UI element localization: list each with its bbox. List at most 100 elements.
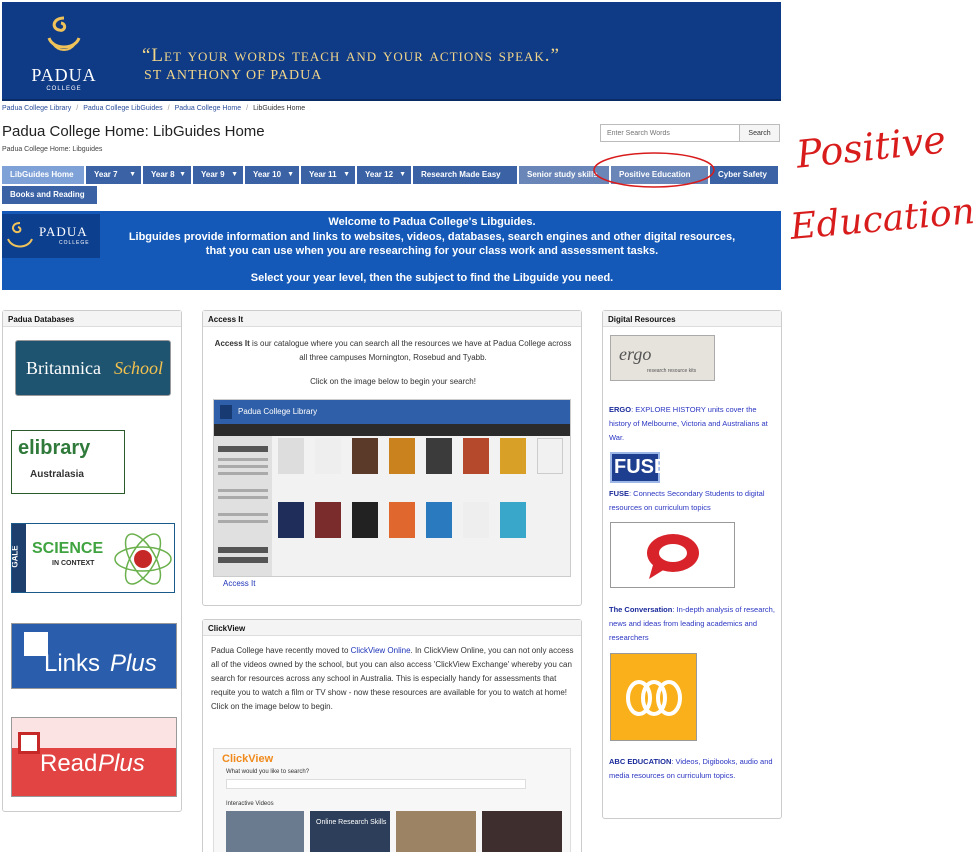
tab-label: Year 10	[253, 170, 282, 179]
tab-cyber-safety[interactable]: Cyber Safety	[710, 166, 778, 184]
tile-name: Links	[44, 650, 101, 677]
resource-desc: : EXPLORE HISTORY units cover the histor…	[609, 405, 768, 442]
welcome-logo-name: PADUA	[39, 224, 88, 239]
breadcrumb-libguides[interactable]: Padua College LibGuides	[83, 105, 162, 112]
tile-suffix: School	[114, 358, 163, 378]
tab-books-and-reading[interactable]: Books and Reading	[2, 186, 97, 204]
sidebar-line	[218, 513, 268, 516]
video-thumbnail	[226, 811, 304, 852]
abc-education-logo[interactable]	[610, 653, 697, 741]
access-it-body: is our catalogue where you can search al…	[249, 339, 572, 362]
resource-name[interactable]: FUSE	[609, 489, 629, 498]
search-button[interactable]: Search	[740, 124, 780, 142]
book-cover	[389, 502, 415, 538]
fuse-logo-text: FUSE	[614, 456, 668, 478]
resource-name[interactable]: ERGO	[609, 405, 631, 414]
tab-year-10[interactable]: Year 10 ▼	[245, 166, 299, 184]
tab-label: Year 9	[201, 170, 225, 179]
welcome-heading: Welcome to Padua College's Libguides.	[328, 216, 536, 228]
digital-resources-panel: Digital Resources ergo research resource…	[602, 310, 782, 819]
access-it-link[interactable]: Access It	[223, 577, 255, 591]
access-it-screenshot[interactable]: Padua College Library	[213, 399, 571, 577]
science-in-context-tile[interactable]: GALE SCIENCE IN CONTEXT	[11, 523, 175, 593]
search-input[interactable]	[600, 124, 740, 142]
video-thumbnail: Online Research Skills	[310, 811, 390, 852]
ergo-logo[interactable]: ergo research resource kits	[610, 335, 715, 381]
tab-year-7[interactable]: Year 7 ▼	[86, 166, 141, 184]
breadcrumb-home[interactable]: Padua College Home	[175, 105, 242, 112]
chevron-down-icon: ▼	[343, 171, 350, 178]
clickview-heading: ClickView	[203, 620, 581, 636]
book-cover	[463, 502, 489, 538]
book-cover	[315, 502, 341, 538]
logo-name: PADUA	[31, 65, 97, 85]
annotation-line-1: Positive	[794, 117, 948, 177]
book-cover	[315, 438, 341, 474]
resource-name[interactable]: ABC EDUCATION	[609, 757, 671, 766]
catalogue-sidebar	[214, 436, 272, 576]
catalogue-title: Padua College Library	[238, 407, 318, 416]
databases-panel: Padua Databases Britannica School elibra…	[2, 310, 182, 812]
clickview-search-field	[226, 779, 526, 789]
gale-tag: GALE	[11, 545, 20, 568]
video-thumbnail	[482, 811, 562, 852]
access-it-heading: Access It	[203, 311, 581, 327]
tile-name: elibrary	[18, 437, 91, 459]
clickview-text-after: . In ClickView Online, you can not only …	[211, 646, 574, 711]
sidebar-line	[218, 472, 268, 475]
clickview-online-link[interactable]: ClickView Online	[351, 646, 411, 655]
padua-logo[interactable]: PADUA COLLEGE	[24, 12, 104, 94]
clickview-screenshot[interactable]: ClickView What would you like to search?…	[213, 748, 571, 852]
logo-sub: COLLEGE	[46, 86, 82, 92]
sidebar-line	[218, 458, 268, 461]
welcome-instruction: Select your year level, then the subject…	[250, 272, 614, 284]
chevron-down-icon: ▼	[399, 171, 406, 178]
fuse-logo[interactable]: FUSE	[610, 452, 667, 483]
tab-label: Year 12	[365, 170, 394, 179]
links-plus-tile[interactable]: Links Plus	[11, 623, 177, 689]
tile-suffix: IN CONTEXT	[52, 560, 95, 567]
tab-year-8[interactable]: Year 8 ▼	[143, 166, 191, 184]
catalogue-header: Padua College Library	[214, 400, 570, 424]
book-cover	[352, 502, 378, 538]
resource-name[interactable]: The Conversation	[609, 605, 672, 614]
annotation-circle	[593, 152, 715, 188]
catalogue-logo-icon	[220, 405, 232, 419]
tab-label: Research Made Easy	[421, 170, 501, 179]
britannica-school-tile[interactable]: Britannica School	[15, 340, 171, 396]
digital-resources-heading: Digital Resources	[603, 311, 781, 327]
tile-suffix: Plus	[110, 650, 157, 677]
the-conversation-logo[interactable]	[610, 522, 735, 588]
annotation-line-2: Education	[788, 191, 977, 248]
tab-label: Senior study skills	[527, 170, 598, 179]
sidebar-bar	[218, 547, 268, 553]
ergo-logo-text: ergo	[619, 344, 652, 364]
breadcrumb-current: LibGuides Home	[253, 105, 306, 112]
book-cover	[389, 438, 415, 474]
read-plus-tile[interactable]: Read Plus	[11, 717, 177, 797]
elibrary-tile[interactable]: elibrary Australasia	[11, 430, 125, 494]
tab-year-12[interactable]: Year 12 ▼	[357, 166, 411, 184]
tab-libguides-home[interactable]: LibGuides Home	[2, 166, 84, 184]
welcome-logo-sub: COLLEGE	[59, 240, 90, 246]
tab-year-11[interactable]: Year 11 ▼	[301, 166, 355, 184]
ergo-description: ERGO: EXPLORE HISTORY units cover the hi…	[609, 403, 777, 445]
tile-name: SCIENCE	[32, 540, 104, 557]
site-banner[interactable]: PADUA COLLEGE “Let your words teach and …	[2, 2, 781, 101]
ergo-logo-sub: research resource kits	[647, 368, 697, 374]
breadcrumb-library[interactable]: Padua College Library	[2, 105, 71, 112]
thumbnail-title: Online Research Skills	[316, 819, 387, 826]
search-bar: Search	[600, 124, 780, 142]
access-it-panel: Access It Access It is our catalogue whe…	[202, 310, 582, 606]
tab-research-made-easy[interactable]: Research Made Easy	[413, 166, 517, 184]
resource-desc: : Connects Secondary Students to digital…	[609, 489, 765, 512]
access-it-description: Access It is our catalogue where you can…	[213, 337, 573, 365]
sidebar-line	[218, 489, 268, 492]
book-cover	[278, 438, 304, 474]
tile-name: Britannica	[26, 358, 101, 378]
padua-swirl-icon	[47, 16, 81, 51]
book-cover	[500, 502, 526, 538]
tab-label: Year 11	[309, 170, 337, 179]
tab-year-9[interactable]: Year 9 ▼	[193, 166, 243, 184]
abc-education-description: ABC EDUCATION: Videos, Digibooks, audio …	[609, 755, 777, 783]
